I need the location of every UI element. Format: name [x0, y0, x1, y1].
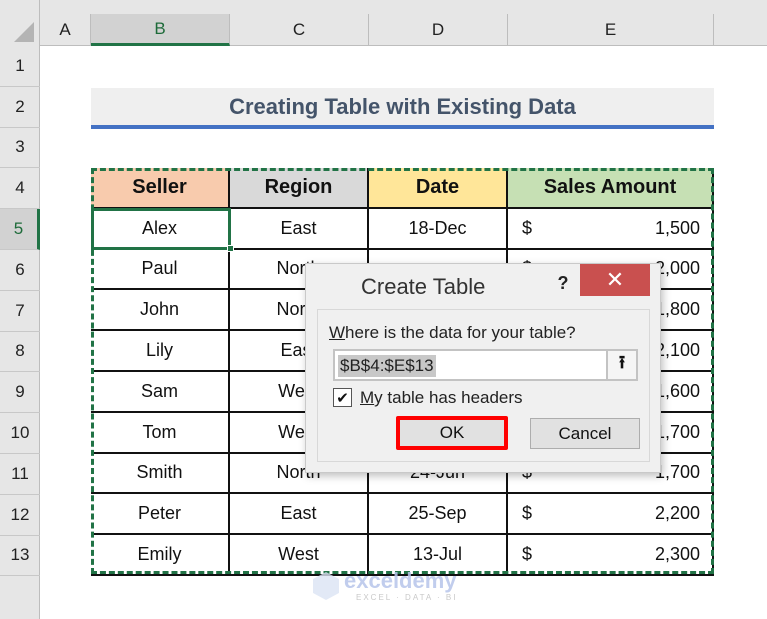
table-cell-amount[interactable]: $1,500	[508, 208, 714, 250]
checkbox-accelerator: M	[360, 388, 375, 407]
close-icon: ✕	[605, 267, 625, 292]
help-button[interactable]: ?	[551, 268, 575, 298]
currency-symbol: $	[522, 503, 533, 524]
table-cell-amount[interactable]: $2,300	[508, 535, 714, 576]
table-cell-seller[interactable]: John	[91, 290, 230, 332]
amount-value: 1,800	[654, 299, 700, 320]
amount-value: 1,600	[654, 380, 700, 401]
table-cell-region[interactable]: East	[230, 208, 369, 250]
row-header-12[interactable]: 12	[0, 495, 40, 536]
row-header-6[interactable]: 6	[0, 250, 40, 291]
currency-symbol: $	[522, 217, 533, 238]
watermark-tagline: EXCEL · DATA · BI	[356, 593, 458, 602]
table-header-cell[interactable]: Date	[369, 168, 508, 209]
row-header-8[interactable]: 8	[0, 332, 40, 373]
amount-value: 2,300	[654, 544, 700, 565]
range-input[interactable]: $B$4:$E$13 ⭱	[333, 349, 638, 381]
table-header-cell[interactable]: Region	[230, 168, 369, 209]
amount-value: 1,500	[654, 217, 700, 238]
range-prompt-label: Where is the data for your table?	[329, 323, 576, 343]
title-underline	[91, 125, 714, 129]
headers-checkbox-label[interactable]: My table has headers	[360, 388, 523, 408]
table-cell-seller[interactable]: Peter	[91, 494, 230, 536]
amount-value: 2,200	[654, 503, 700, 524]
table-cell-amount[interactable]: $2,200	[508, 494, 714, 536]
select-all-triangle-icon	[14, 22, 34, 42]
table-cell-region[interactable]: East	[230, 494, 369, 536]
row-header-1[interactable]: 1	[0, 46, 40, 87]
table-cell-date[interactable]: 25-Sep	[369, 494, 508, 536]
column-header-e[interactable]: E	[508, 14, 714, 46]
ok-button[interactable]: OK	[396, 416, 508, 450]
table-cell-seller[interactable]: Paul	[91, 249, 230, 291]
dialog-title: Create Table	[361, 274, 486, 299]
upload-arrow-icon: ⭱	[618, 352, 626, 372]
column-header-d[interactable]: D	[369, 14, 508, 46]
row-header-7[interactable]: 7	[0, 291, 40, 332]
currency-symbol: $	[522, 544, 533, 565]
fill-handle[interactable]	[227, 245, 234, 252]
table-cell-seller[interactable]: Emily	[91, 535, 230, 576]
table-cell-seller[interactable]: Smith	[91, 453, 230, 495]
checkbox-label-text: y table has headers	[374, 388, 523, 407]
table-cell-seller[interactable]: Tom	[91, 412, 230, 454]
row-header-4[interactable]: 4	[0, 168, 40, 210]
amount-value: 1,700	[654, 421, 700, 442]
table-cell-seller[interactable]: Lily	[91, 331, 230, 372]
table-cell-date[interactable]: 18-Dec	[369, 208, 508, 250]
close-button[interactable]: ✕	[580, 264, 650, 296]
amount-value: 1,700	[654, 462, 700, 483]
table-header-cell[interactable]: Sales Amount	[508, 168, 714, 209]
column-header-a[interactable]: A	[40, 14, 91, 46]
checkmark-icon: ✔	[336, 389, 349, 407]
dialog-body: Where is the data for your table? $B$4:$…	[317, 309, 650, 462]
column-header-b[interactable]: B	[91, 14, 230, 46]
row-header-10[interactable]: 10	[0, 413, 40, 454]
create-table-dialog: Create Table ? ✕ Where is the data for y…	[305, 263, 661, 473]
range-input-value: $B$4:$E$13	[338, 355, 436, 377]
table-cell-seller[interactable]: Sam	[91, 372, 230, 413]
row-header-9[interactable]: 9	[0, 372, 40, 414]
collapse-dialog-button[interactable]: ⭱	[606, 351, 636, 379]
watermark-brand: exceldemy	[344, 568, 457, 593]
headers-checkbox[interactable]: ✔	[333, 388, 352, 407]
prompt-accelerator: W	[329, 323, 346, 342]
cancel-button[interactable]: Cancel	[530, 418, 640, 449]
amount-value: 2,100	[654, 340, 700, 361]
table-header-cell[interactable]: Seller	[91, 168, 230, 209]
active-cell-b5[interactable]	[91, 208, 231, 250]
sheet-title: Creating Table with Existing Data	[229, 94, 576, 119]
row-header-13[interactable]: 13	[0, 536, 40, 577]
amount-value: 2,000	[654, 258, 700, 279]
column-header-c[interactable]: C	[230, 14, 369, 46]
row-header-3[interactable]: 3	[0, 128, 40, 169]
row-header-5[interactable]: 5	[0, 209, 40, 250]
row-header-11[interactable]: 11	[0, 454, 40, 495]
prompt-text: here is the data for your table?	[345, 323, 576, 342]
row-header-2[interactable]: 2	[0, 87, 40, 128]
exceldemy-logo-icon	[313, 572, 339, 600]
